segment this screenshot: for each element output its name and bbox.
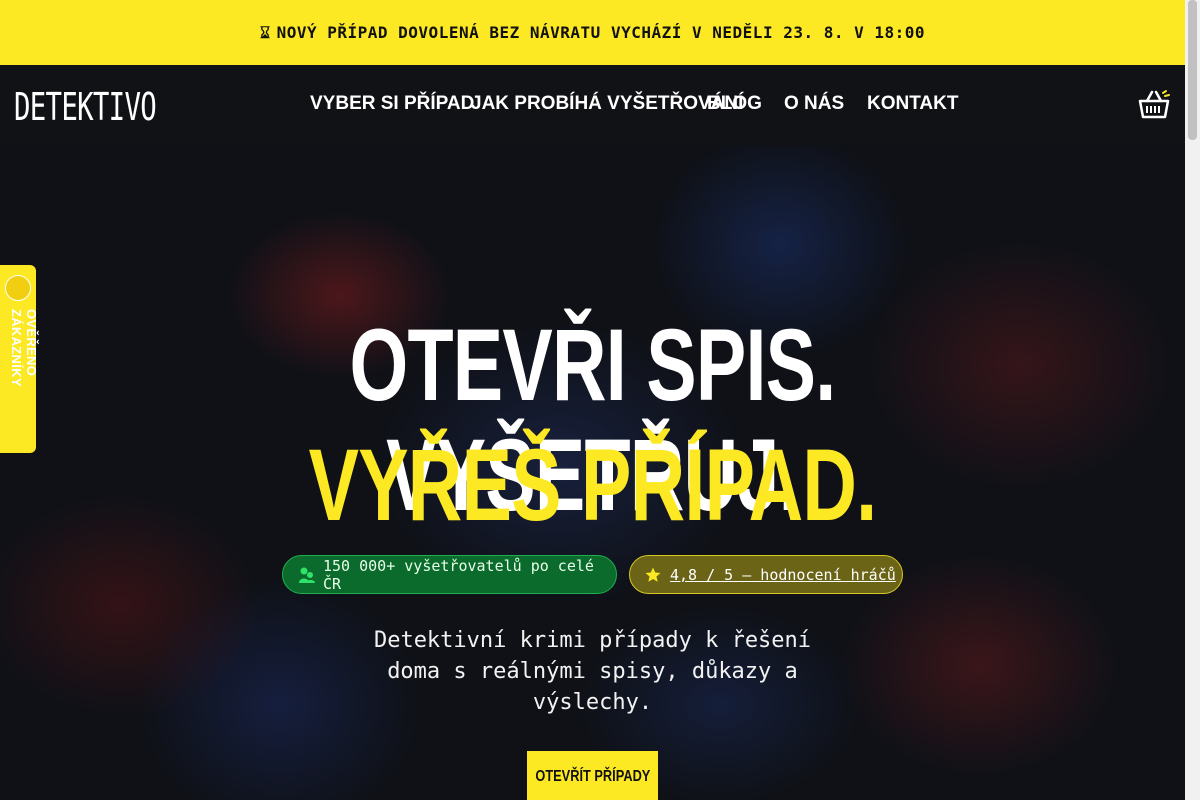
rating-text[interactable]: 4,8 / 5 — hodnocení hráčů (670, 566, 896, 584)
players-count-badge: 150 000+ vyšetřovatelů po celé ČR (282, 555, 617, 594)
site-header: DETEKTIVO VYBER SI PŘÍPAD JAK PROBÍHÁ VY… (0, 65, 1185, 145)
nav-item-o-nas[interactable]: O NÁS (784, 93, 844, 114)
verified-badge-text: OVĚŘENO ZÁKAZNÍKY (9, 309, 39, 387)
hero-subtitle: Detektivní krimi případy k řešení doma s… (373, 628, 812, 715)
hourglass-icon: ⌛︎ (259, 22, 271, 42)
logo[interactable]: DETEKTIVO (14, 82, 156, 126)
verified-by-customers-badge[interactable]: OVĚŘENO ZÁKAZNÍKY (0, 265, 39, 453)
nav-item-kontakt[interactable]: KONTAKT (867, 93, 958, 114)
headline-yellow: VYŘEŠ PŘÍPAD. (308, 428, 878, 542)
announcement-bar[interactable]: ⌛︎ NOVÝ PŘÍPAD DOVOLENÁ BEZ NÁVRATU VYCH… (0, 0, 1185, 65)
logo-wordmark: DETEKTIVO (14, 85, 156, 126)
shopping-basket-icon[interactable] (1136, 87, 1172, 123)
rating-badge[interactable]: 4,8 / 5 — hodnocení hráčů (629, 555, 903, 594)
verified-seal-icon (5, 275, 31, 301)
open-cases-button-label: OTEVŘÍT PŘÍPADY (535, 768, 650, 785)
nav-item-jak-probiha-vysetrovani[interactable]: JAK PROBÍHÁ VYŠETŘOVÁNÍ (471, 93, 743, 114)
scrollbar-thumb[interactable] (1188, 0, 1197, 140)
logo-text: DETEKTIVO (14, 85, 156, 126)
open-cases-button[interactable]: OTEVŘÍT PŘÍPADY (527, 751, 658, 800)
announcement-text: NOVÝ PŘÍPAD DOVOLENÁ BEZ NÁVRATU VYCHÁZÍ… (276, 23, 926, 42)
players-count-text: 150 000+ vyšetřovatelů po celé ČR (323, 556, 594, 593)
star-icon (645, 567, 661, 582)
hero-section: OTEVŘI SPIS. VYŠETŘUJ. VYŘEŠ PŘÍPAD. 150… (0, 145, 1185, 800)
nav-item-vyber-si-pripad[interactable]: VYBER SI PŘÍPAD (310, 93, 474, 114)
scrollbar[interactable] (1185, 0, 1200, 800)
players-icon (299, 567, 315, 583)
nav-item-blog[interactable]: BLOG (707, 93, 762, 114)
